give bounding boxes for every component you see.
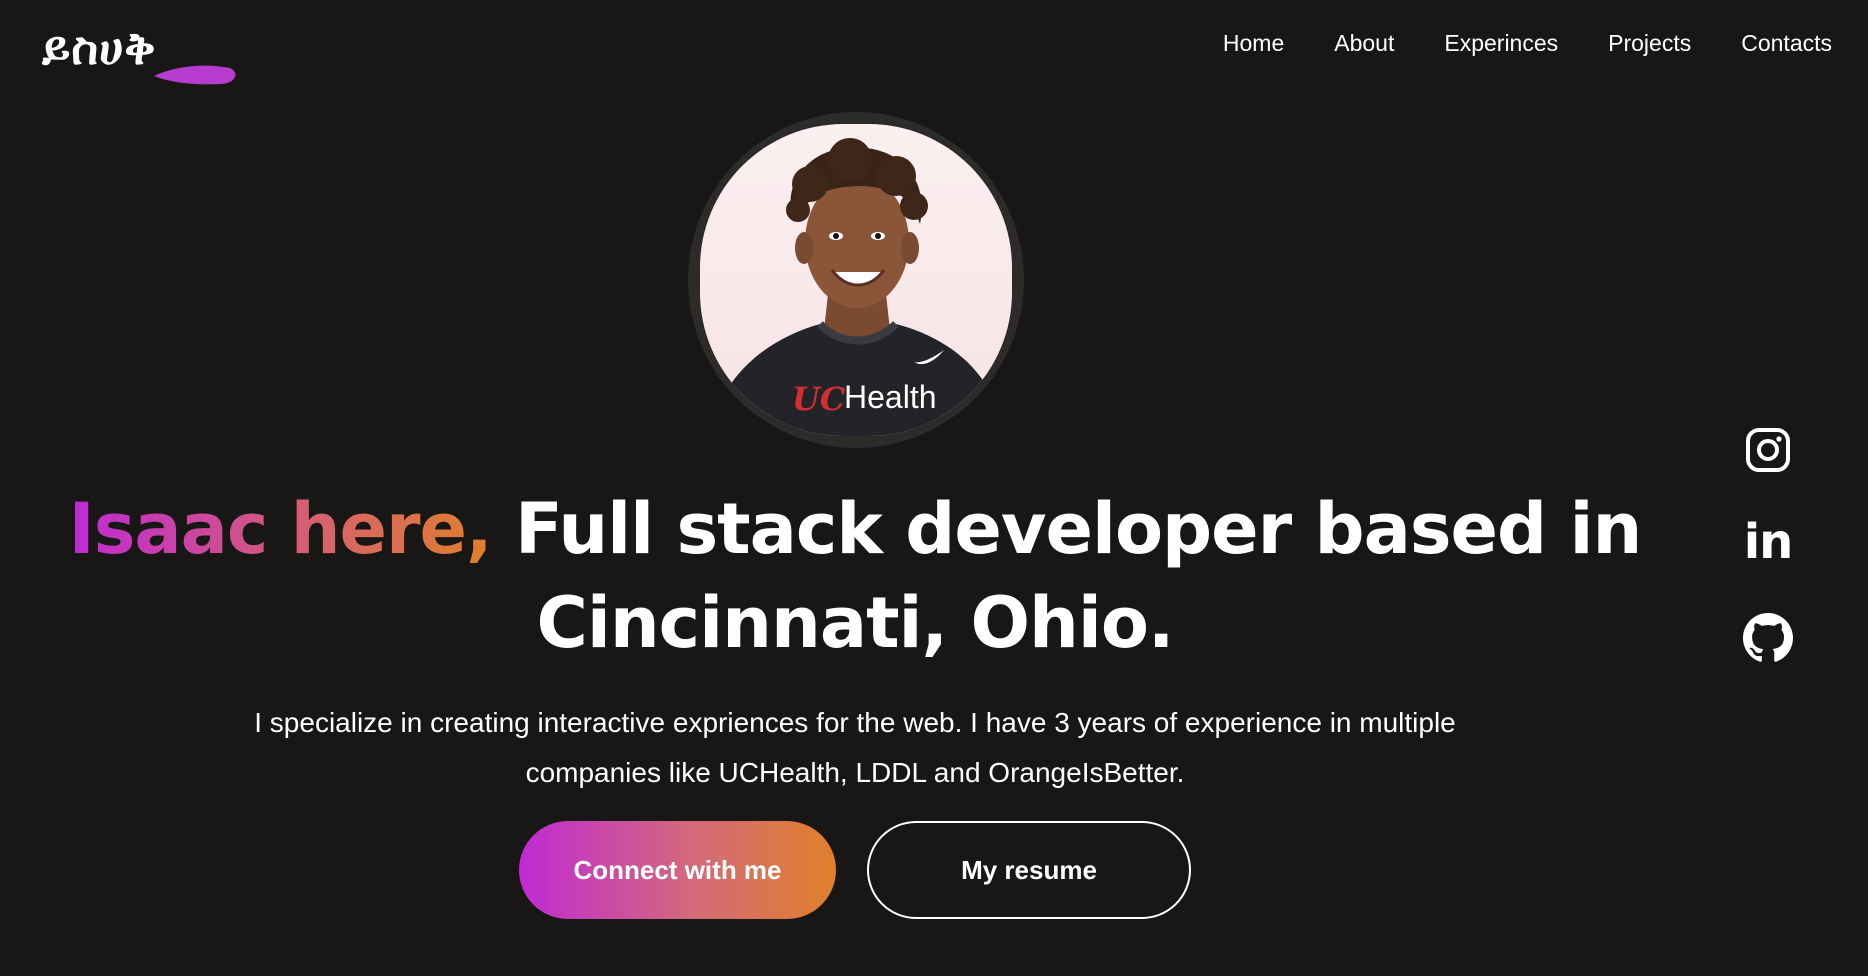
connect-button[interactable]: Connect with me	[519, 821, 836, 919]
nav-projects[interactable]: Projects	[1608, 30, 1691, 57]
nav-contacts[interactable]: Contacts	[1741, 30, 1832, 57]
avatar-portrait: UC Health	[710, 138, 1004, 436]
logo-swoosh-icon	[154, 65, 236, 85]
logo[interactable]: ይስሀቅ	[42, 21, 236, 85]
nav-experiences[interactable]: Experinces	[1444, 30, 1558, 57]
shirt-logo: UC	[792, 380, 846, 418]
headline-rest: Full stack developer based in Cincinnati…	[514, 488, 1642, 664]
resume-button[interactable]: My resume	[867, 821, 1191, 919]
github-icon[interactable]	[1742, 612, 1794, 664]
linkedin-icon[interactable]: in	[1742, 514, 1794, 570]
hero-headline: Isaac here, Full stack developer based i…	[0, 482, 1710, 670]
avatar: UC Health	[700, 124, 1012, 436]
hero-description: I specialize in creating interactive exp…	[254, 707, 1456, 788]
shirt-text: Health	[844, 379, 937, 415]
nav-home[interactable]: Home	[1223, 30, 1284, 57]
main-nav: Home About Experinces Projects Contacts	[1223, 30, 1832, 57]
headline-highlight: Isaac here,	[68, 488, 493, 570]
nav-about[interactable]: About	[1334, 30, 1394, 57]
instagram-icon[interactable]	[1742, 424, 1794, 476]
logo-text: ይስሀቅ	[42, 21, 157, 75]
page: ይስሀቅ Home About Experinces Projects Cont…	[0, 0, 1868, 976]
linkedin-label: in	[1743, 514, 1794, 570]
